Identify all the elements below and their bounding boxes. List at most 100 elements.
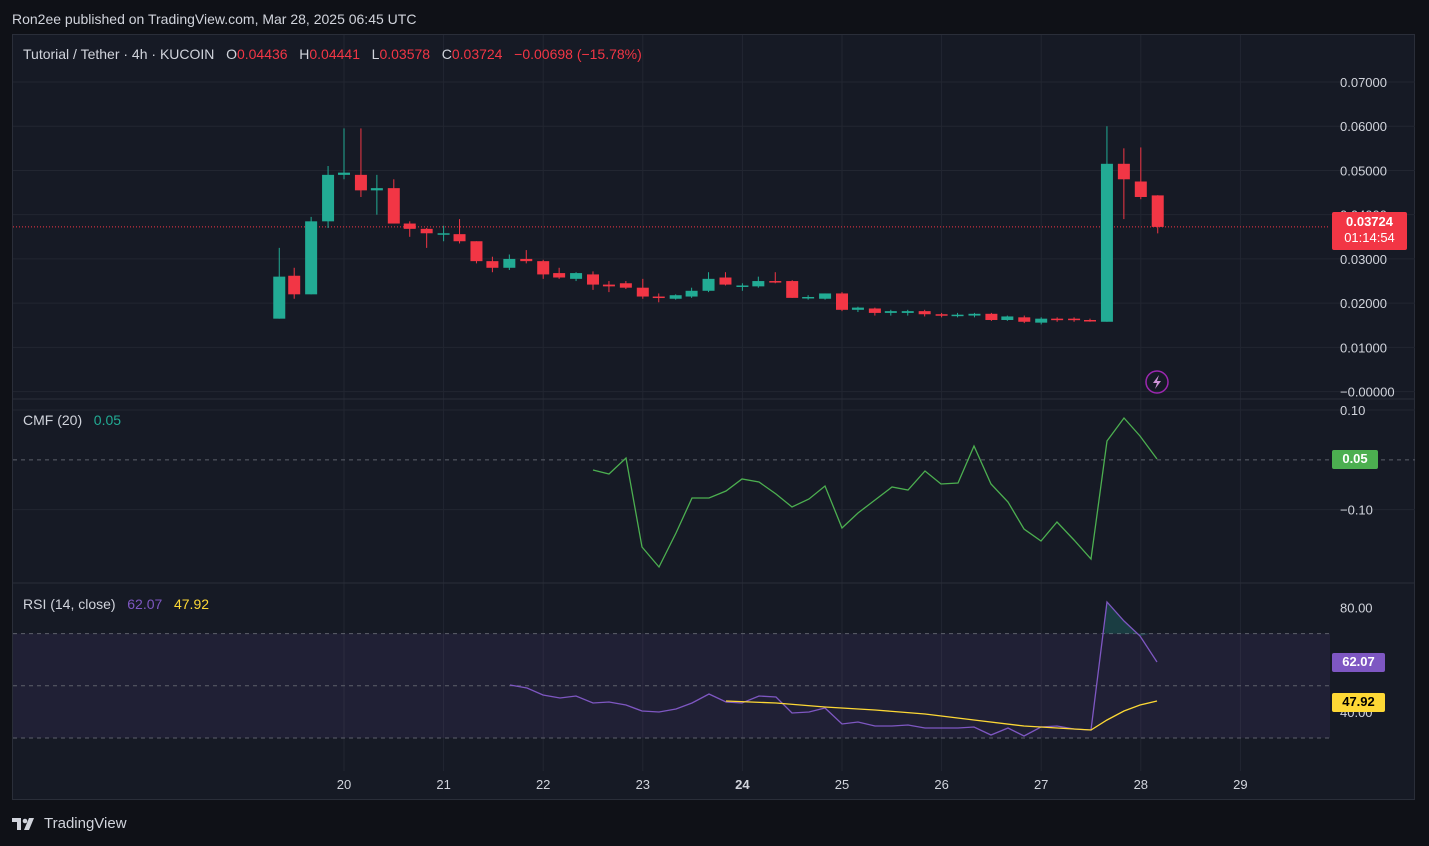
rsi-ma-value-tag: 47.92 <box>1332 693 1385 712</box>
candles <box>273 126 1164 325</box>
cmf-tick-label: 0.10 <box>1340 403 1365 418</box>
rsi-value-tag: 62.07 <box>1332 653 1385 672</box>
candle-body <box>486 261 499 268</box>
candle-body <box>520 258 533 262</box>
cmf-tick-label: −0.10 <box>1340 503 1373 518</box>
candle-body <box>503 258 516 268</box>
candle-body <box>1100 163 1113 322</box>
main-legend: Tutorial / Tether · 4h · KUCOIN O0.04436… <box>23 46 642 62</box>
candle-body <box>1151 195 1164 227</box>
candle-body <box>1134 181 1147 197</box>
price-tick-label: 0.06000 <box>1340 119 1387 134</box>
rsi-ma-value: 47.92 <box>173 596 210 612</box>
candle-body <box>370 188 383 191</box>
price-axis: 0.070000.060000.050000.040000.030000.020… <box>1340 75 1395 720</box>
rsi-tick-label: 80.00 <box>1340 600 1373 615</box>
rsi-value: 62.07 <box>127 596 163 612</box>
time-tick-label: 23 <box>636 777 650 792</box>
high-label: H <box>299 46 310 62</box>
candle-body <box>868 308 881 313</box>
tradingview-logo-icon <box>12 817 34 830</box>
time-tick-label: 29 <box>1233 777 1247 792</box>
cmf-line <box>592 416 1158 569</box>
close-label: C <box>441 46 452 62</box>
candle-body <box>968 313 981 316</box>
tradingview-brand[interactable]: TradingView <box>12 815 127 832</box>
candle-body <box>387 188 400 224</box>
candle-body <box>403 223 416 229</box>
candle-body <box>669 295 682 299</box>
rsi-label[interactable]: RSI (14, close) <box>23 596 116 612</box>
candle-body <box>537 261 550 275</box>
candle-body <box>786 281 799 298</box>
price-tick-label: 0.03000 <box>1340 252 1387 267</box>
open-label: O <box>226 46 237 62</box>
candle-body <box>470 241 483 262</box>
candle-body <box>570 273 583 279</box>
candle-body <box>636 287 649 297</box>
candle-body <box>1068 318 1081 321</box>
cmf-value-tag: 0.05 <box>1332 450 1378 469</box>
candle-body <box>354 174 367 191</box>
candle-body <box>685 290 698 297</box>
open-value: 0.04436 <box>236 46 288 62</box>
candle-body <box>769 281 782 283</box>
candle-body <box>322 174 335 222</box>
cmf-series-line <box>592 416 1158 569</box>
candle-body <box>736 285 749 287</box>
candle-body <box>1117 163 1130 180</box>
candle-body <box>851 307 864 310</box>
candle-body <box>918 311 931 315</box>
cmf-label[interactable]: CMF (20) <box>23 412 82 428</box>
candle-body <box>338 172 350 175</box>
candle-body <box>935 314 948 316</box>
close-value: 0.03724 <box>451 46 503 62</box>
candle-body <box>901 311 914 313</box>
candle-body <box>1084 319 1097 322</box>
time-tick-label: 26 <box>934 777 948 792</box>
time-axis: 20 21 22 23 24 25 26 27 28 29 <box>337 777 1248 792</box>
candle-body <box>1001 316 1014 320</box>
bar-countdown: 01:14:54 <box>1344 230 1395 245</box>
cmf-value: 0.05 <box>93 412 122 428</box>
candle-body <box>1018 317 1031 322</box>
candle-body <box>453 234 466 242</box>
price-tick-label: 0.05000 <box>1340 163 1387 178</box>
price-tick-label: 0.07000 <box>1340 75 1387 90</box>
price-tick-label: 0.01000 <box>1340 340 1387 355</box>
brand-name: TradingView <box>44 815 127 832</box>
time-tick-label: 22 <box>536 777 550 792</box>
pane-separators <box>13 398 1415 584</box>
time-tick-label: 27 <box>1034 777 1048 792</box>
current-price-tag: 0.03724 01:14:54 <box>1332 212 1407 250</box>
time-tick-label: 24 <box>735 777 750 792</box>
current-price-value: 0.03724 <box>1346 214 1393 229</box>
time-tick-label: 20 <box>337 777 351 792</box>
low-value: 0.03578 <box>379 46 431 62</box>
candle-body <box>884 311 897 313</box>
price-tick-label: 0.02000 <box>1340 296 1387 311</box>
candle-body <box>752 281 765 287</box>
time-tick-label: 21 <box>436 777 450 792</box>
candle-body <box>702 278 715 291</box>
candle-body <box>587 274 599 285</box>
price-tick-label: −0.00000 <box>1340 385 1395 400</box>
candle-body <box>951 314 964 317</box>
candle-body <box>802 296 815 299</box>
lightning-icon[interactable] <box>1145 370 1169 394</box>
cmf-legend: CMF (20) 0.05 <box>23 412 121 428</box>
time-tick-label: 28 <box>1134 777 1148 792</box>
candle-body <box>985 313 998 320</box>
change-value: −0.00698 (−15.78%) <box>514 46 642 62</box>
rsi-band <box>13 633 1330 739</box>
symbol-label[interactable]: Tutorial / Tether · 4h · KUCOIN <box>23 46 214 62</box>
candle-body <box>719 277 732 285</box>
candle-body <box>819 293 832 299</box>
candle-body <box>288 275 301 295</box>
candle-body <box>553 273 566 278</box>
candle-body <box>437 233 450 235</box>
time-tick-label: 25 <box>835 777 849 792</box>
candle-body <box>1051 318 1064 321</box>
chart-svg[interactable]: 0.070000.060000.050000.040000.030000.020… <box>0 0 1429 846</box>
high-value: 0.04441 <box>309 46 360 62</box>
